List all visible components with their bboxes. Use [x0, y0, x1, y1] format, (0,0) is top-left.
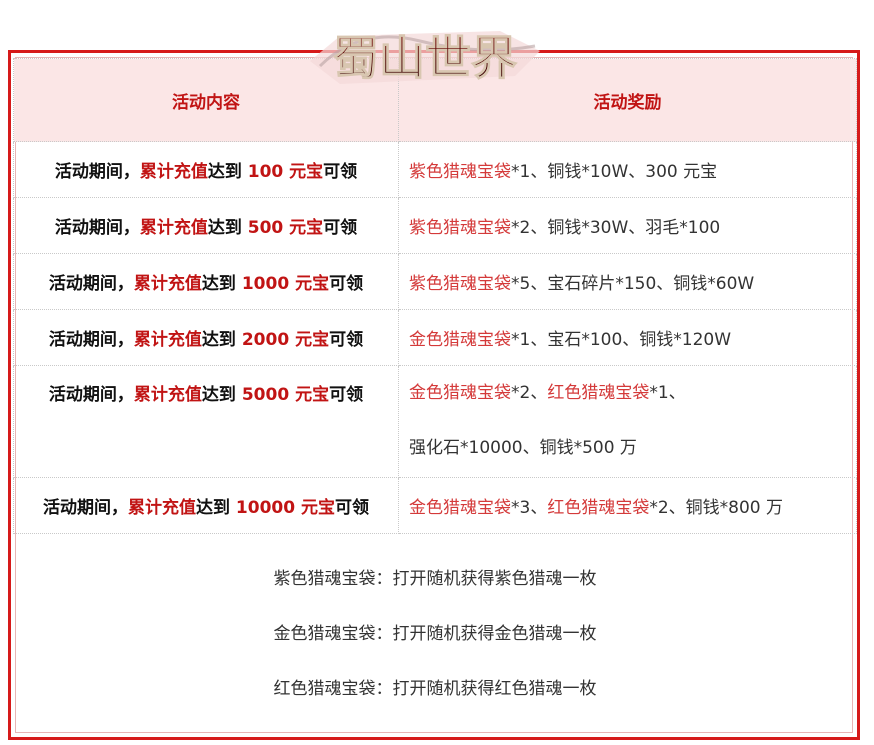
reward-cell: 紫色猎魂宝袋*2、铜钱*30W、羽毛*100	[398, 197, 857, 254]
reward-bag-name: 金色猎魂宝袋	[409, 498, 511, 518]
reward-bag-name: 金色猎魂宝袋	[409, 383, 511, 403]
condition-reach: 达到	[201, 385, 242, 405]
condition-highlight: 累计充值	[139, 162, 208, 182]
condition-prefix: 活动期间，	[48, 385, 134, 405]
logo-text: 蜀山世界	[333, 31, 517, 85]
reward-cell: 金色猎魂宝袋*3、红色猎魂宝袋*2、铜钱*800 万	[398, 477, 857, 534]
game-logo: 蜀山世界	[310, 30, 540, 86]
reward-items: *5、宝石碎片*150、铜钱*60W	[511, 274, 755, 294]
condition-reach: 达到	[201, 330, 242, 350]
condition-reach: 达到	[201, 274, 242, 294]
condition-suffix: 可领	[334, 498, 369, 518]
condition-prefix: 活动期间，	[43, 498, 128, 518]
reward-items: *2、铜钱*30W、羽毛*100	[511, 218, 721, 238]
reward-items-2: *2、铜钱*800 万	[649, 498, 783, 518]
condition-amount: 100 元宝	[247, 162, 324, 182]
condition-prefix: 活动期间，	[48, 330, 134, 350]
condition-highlight: 累计充值	[139, 218, 208, 238]
condition-cell: 活动期间，累计充值达到 5000 元宝可领	[13, 365, 399, 478]
condition-cell: 活动期间，累计充值达到 500 元宝可领	[13, 197, 399, 254]
condition-suffix: 可领	[323, 218, 358, 238]
condition-suffix: 可领	[329, 385, 364, 405]
condition-highlight: 累计充值	[133, 274, 202, 294]
note-red-bag: 红色猎魂宝袋：打开随机获得红色猎魂一枚	[273, 679, 597, 699]
condition-cell: 活动期间，累计充值达到 1000 元宝可领	[13, 253, 399, 310]
note-purple-bag: 紫色猎魂宝袋：打开随机获得紫色猎魂一枚	[273, 569, 597, 589]
table-row: 活动期间，累计充值达到 10000 元宝可领 金色猎魂宝袋*3、红色猎魂宝袋*2…	[13, 477, 857, 534]
reward-bag-name-2: 红色猎魂宝袋	[547, 383, 650, 403]
condition-prefix: 活动期间，	[54, 218, 140, 238]
condition-amount: 500 元宝	[247, 218, 324, 238]
reward-table: 活动内容 活动奖励 活动期间，累计充值达到 100 元宝可领 紫色猎魂宝袋*1、…	[13, 58, 857, 717]
condition-highlight: 累计充值	[128, 498, 196, 518]
condition-cell: 活动期间，累计充值达到 2000 元宝可领	[13, 309, 399, 366]
condition-cell: 活动期间，累计充值达到 10000 元宝可领	[13, 477, 399, 534]
condition-amount: 5000 元宝	[241, 385, 330, 405]
table-row: 活动期间，累计充值达到 500 元宝可领 紫色猎魂宝袋*2、铜钱*30W、羽毛*…	[13, 197, 857, 254]
condition-prefix: 活动期间，	[54, 162, 140, 182]
condition-reach: 达到	[196, 498, 236, 518]
reward-items: *3、	[511, 498, 548, 518]
notes-cell: 紫色猎魂宝袋：打开随机获得紫色猎魂一枚 金色猎魂宝袋：打开随机获得金色猎魂一枚 …	[14, 534, 857, 718]
condition-suffix: 可领	[323, 162, 358, 182]
condition-prefix: 活动期间，	[48, 274, 134, 294]
condition-highlight: 累计充值	[133, 385, 202, 405]
reward-bag-name: 金色猎魂宝袋	[409, 330, 511, 350]
reward-bag-name-2: 红色猎魂宝袋	[547, 498, 650, 518]
reward-items: *1、宝石*100、铜钱*120W	[511, 330, 732, 350]
condition-amount: 10000 元宝	[235, 498, 335, 518]
table-row: 活动期间，累计充值达到 1000 元宝可领 紫色猎魂宝袋*5、宝石碎片*150、…	[13, 253, 857, 310]
condition-cell: 活动期间，累计充值达到 100 元宝可领	[13, 141, 399, 198]
table-row: 活动期间，累计充值达到 2000 元宝可领 金色猎魂宝袋*1、宝石*100、铜钱…	[13, 309, 857, 366]
condition-suffix: 可领	[329, 274, 364, 294]
table-row: 活动期间，累计充值达到 5000 元宝可领 金色猎魂宝袋*2、红色猎魂宝袋*1、…	[13, 365, 857, 478]
condition-suffix: 可领	[329, 330, 364, 350]
reward-line: 金色猎魂宝袋*2、红色猎魂宝袋*1、	[409, 366, 856, 421]
condition-reach: 达到	[207, 162, 248, 182]
reward-bag-name: 紫色猎魂宝袋	[409, 162, 511, 182]
reward-items: *1、铜钱*10W、300 元宝	[511, 162, 718, 182]
condition-amount: 1000 元宝	[241, 274, 330, 294]
reward-bag-name: 紫色猎魂宝袋	[409, 218, 511, 238]
reward-cell: 紫色猎魂宝袋*5、宝石碎片*150、铜钱*60W	[398, 253, 857, 310]
condition-highlight: 累计充值	[133, 330, 202, 350]
reward-items: *2、	[511, 383, 548, 403]
reward-bag-name: 紫色猎魂宝袋	[409, 274, 511, 294]
table-row: 活动期间，累计充值达到 100 元宝可领 紫色猎魂宝袋*1、铜钱*10W、300…	[13, 141, 857, 198]
note-gold-bag: 金色猎魂宝袋：打开随机获得金色猎魂一枚	[273, 624, 597, 644]
reward-items-2: *1、	[649, 383, 686, 403]
condition-reach: 达到	[207, 218, 248, 238]
reward-cell: 紫色猎魂宝袋*1、铜钱*10W、300 元宝	[398, 141, 857, 198]
notes-row: 紫色猎魂宝袋：打开随机获得紫色猎魂一枚 金色猎魂宝袋：打开随机获得金色猎魂一枚 …	[14, 534, 857, 718]
reward-cell: 金色猎魂宝袋*1、宝石*100、铜钱*120W	[398, 309, 857, 366]
reward-line-2: 强化石*10000、铜钱*500 万	[409, 438, 637, 458]
condition-amount: 2000 元宝	[241, 330, 330, 350]
reward-cell: 金色猎魂宝袋*2、红色猎魂宝袋*1、 强化石*10000、铜钱*500 万	[398, 365, 857, 478]
